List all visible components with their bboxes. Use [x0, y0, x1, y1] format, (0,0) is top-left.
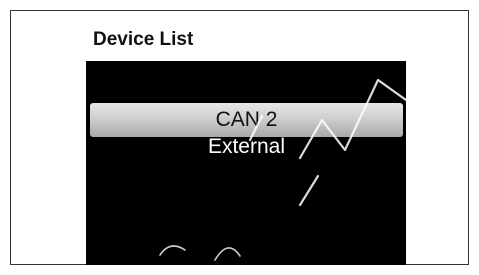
list-item-can-2[interactable]: CAN 2 [90, 103, 403, 137]
device-screen: Device List CAN 2 External [86, 23, 406, 265]
screen-title: Device List [93, 29, 194, 50]
list-item-external[interactable]: External [90, 136, 403, 165]
device-list: CAN 2 External [86, 103, 406, 165]
title-bar: Device List [86, 23, 406, 61]
